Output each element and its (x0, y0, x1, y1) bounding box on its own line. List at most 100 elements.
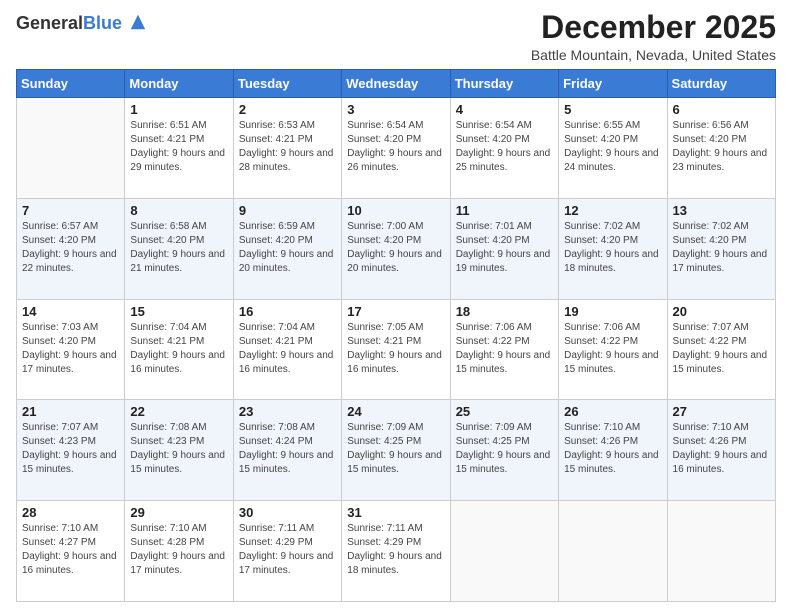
day-number: 3 (347, 102, 444, 117)
day-number: 6 (673, 102, 770, 117)
calendar-cell: 3Sunrise: 6:54 AMSunset: 4:20 PMDaylight… (342, 98, 450, 199)
day-number: 24 (347, 404, 444, 419)
calendar-cell: 26 Sunrise: 7:10 AMSunset: 4:26 PMDayligh… (559, 400, 667, 501)
cell-info: Sunrise: 7:09 AMSunset: 4:25 PMDaylight:… (456, 421, 553, 477)
day-number: 18 (456, 304, 553, 319)
day-number: 5 (564, 102, 661, 117)
day-number: 28 (22, 505, 119, 520)
calendar-cell: 9Sunrise: 6:59 AMSunset: 4:20 PMDaylight… (233, 198, 341, 299)
day-number: 16 (239, 304, 336, 319)
day-number: 13 (673, 203, 770, 218)
logo-icon (129, 13, 147, 31)
calendar-cell (559, 501, 667, 602)
logo-general: GeneralBlue (16, 14, 147, 34)
day-header-tuesday: Tuesday (233, 70, 341, 98)
day-number: 31 (347, 505, 444, 520)
calendar-cell: 11Sunrise: 7:01 AMSunset: 4:20 PMDayligh… (450, 198, 558, 299)
day-header-friday: Friday (559, 70, 667, 98)
calendar-cell (17, 98, 125, 199)
day-header-thursday: Thursday (450, 70, 558, 98)
calendar-cell: 8Sunrise: 6:58 AMSunset: 4:20 PMDaylight… (125, 198, 233, 299)
calendar-cell: 12 Sunrise: 7:02 AMSunset: 4:20 PMDayligh… (559, 198, 667, 299)
cell-info: Sunrise: 7:08 AMSunset: 4:24 PMDaylight:… (239, 421, 336, 477)
cell-info: Sunrise: 7:09 AMSunset: 4:25 PMDaylight:… (347, 421, 444, 477)
calendar-cell: 22 Sunrise: 7:08 AMSunset: 4:23 PMDayligh… (125, 400, 233, 501)
calendar-table: SundayMondayTuesdayWednesdayThursdayFrid… (16, 69, 776, 602)
day-number: 23 (239, 404, 336, 419)
cell-info: Sunrise: 7:10 AMSunset: 4:28 PMDaylight:… (130, 522, 227, 578)
calendar-cell: 27 Sunrise: 7:10 AMSunset: 4:26 PMDayligh… (667, 400, 775, 501)
calendar-cell: 20 Sunrise: 7:07 AMSunset: 4:22 PMDayligh… (667, 299, 775, 400)
calendar-cell: 6 Sunrise: 6:56 AMSunset: 4:20 PMDaylight… (667, 98, 775, 199)
calendar-week-5: 28 Sunrise: 7:10 AMSunset: 4:27 PMDayligh… (17, 501, 776, 602)
calendar-cell: 23 Sunrise: 7:08 AMSunset: 4:24 PMDayligh… (233, 400, 341, 501)
cell-info: Sunrise: 6:54 AMSunset: 4:20 PMDaylight:… (456, 119, 553, 175)
day-number: 26 (564, 404, 661, 419)
cell-info: Sunrise: 7:00 AMSunset: 4:20 PMDaylight:… (347, 220, 444, 276)
cell-info: Sunrise: 7:07 AMSunset: 4:23 PMDaylight:… (22, 421, 119, 477)
day-number: 7 (22, 203, 119, 218)
calendar-cell: 19Sunrise: 7:06 AMSunset: 4:22 PMDayligh… (559, 299, 667, 400)
day-number: 29 (130, 505, 227, 520)
day-number: 9 (239, 203, 336, 218)
calendar-cell: 5 Sunrise: 6:55 AMSunset: 4:20 PMDaylight… (559, 98, 667, 199)
day-number: 20 (673, 304, 770, 319)
calendar-cell (450, 501, 558, 602)
day-number: 15 (130, 304, 227, 319)
cell-info: Sunrise: 6:51 AMSunset: 4:21 PMDaylight:… (130, 119, 227, 175)
cell-info: Sunrise: 7:05 AMSunset: 4:21 PMDaylight:… (347, 321, 444, 377)
calendar-cell: 13 Sunrise: 7:02 AMSunset: 4:20 PMDayligh… (667, 198, 775, 299)
cell-info: Sunrise: 7:02 AMSunset: 4:20 PMDaylight:… (673, 220, 770, 276)
day-number: 22 (130, 404, 227, 419)
cell-info: Sunrise: 6:55 AMSunset: 4:20 PMDaylight:… (564, 119, 661, 175)
cell-info: Sunrise: 7:08 AMSunset: 4:23 PMDaylight:… (130, 421, 227, 477)
day-header-monday: Monday (125, 70, 233, 98)
day-number: 25 (456, 404, 553, 419)
day-header-saturday: Saturday (667, 70, 775, 98)
calendar-cell: 16Sunrise: 7:04 AMSunset: 4:21 PMDayligh… (233, 299, 341, 400)
title-block: December 2025 Battle Mountain, Nevada, U… (531, 10, 776, 63)
cell-info: Sunrise: 7:10 AMSunset: 4:26 PMDaylight:… (564, 421, 661, 477)
calendar-cell: 14 Sunrise: 7:03 AMSunset: 4:20 PMDayligh… (17, 299, 125, 400)
day-number: 1 (130, 102, 227, 117)
cell-info: Sunrise: 7:04 AMSunset: 4:21 PMDaylight:… (130, 321, 227, 377)
day-header-sunday: Sunday (17, 70, 125, 98)
cell-info: Sunrise: 6:53 AMSunset: 4:21 PMDaylight:… (239, 119, 336, 175)
calendar-cell: 7Sunrise: 6:57 AMSunset: 4:20 PMDaylight… (17, 198, 125, 299)
cell-info: Sunrise: 7:07 AMSunset: 4:22 PMDaylight:… (673, 321, 770, 377)
calendar-header-row: SundayMondayTuesdayWednesdayThursdayFrid… (17, 70, 776, 98)
day-number: 4 (456, 102, 553, 117)
cell-info: Sunrise: 6:56 AMSunset: 4:20 PMDaylight:… (673, 119, 770, 175)
calendar-cell: 4 Sunrise: 6:54 AMSunset: 4:20 PMDaylight… (450, 98, 558, 199)
calendar-cell: 25 Sunrise: 7:09 AMSunset: 4:25 PMDayligh… (450, 400, 558, 501)
calendar-cell: 10 Sunrise: 7:00 AMSunset: 4:20 PMDayligh… (342, 198, 450, 299)
day-number: 17 (347, 304, 444, 319)
calendar-cell: 29 Sunrise: 7:10 AMSunset: 4:28 PMDayligh… (125, 501, 233, 602)
logo: GeneralBlue (16, 14, 147, 34)
calendar-cell: 2 Sunrise: 6:53 AMSunset: 4:21 PMDaylight… (233, 98, 341, 199)
calendar-cell (667, 501, 775, 602)
day-number: 11 (456, 203, 553, 218)
day-number: 2 (239, 102, 336, 117)
cell-info: Sunrise: 7:06 AMSunset: 4:22 PMDaylight:… (456, 321, 553, 377)
cell-info: Sunrise: 7:11 AMSunset: 4:29 PMDaylight:… (239, 522, 336, 578)
day-number: 27 (673, 404, 770, 419)
cell-info: Sunrise: 7:10 AMSunset: 4:27 PMDaylight:… (22, 522, 119, 578)
cell-info: Sunrise: 7:03 AMSunset: 4:20 PMDaylight:… (22, 321, 119, 377)
day-number: 12 (564, 203, 661, 218)
day-header-wednesday: Wednesday (342, 70, 450, 98)
calendar-week-3: 14 Sunrise: 7:03 AMSunset: 4:20 PMDayligh… (17, 299, 776, 400)
cell-info: Sunrise: 7:02 AMSunset: 4:20 PMDaylight:… (564, 220, 661, 276)
day-number: 14 (22, 304, 119, 319)
calendar-cell: 28 Sunrise: 7:10 AMSunset: 4:27 PMDayligh… (17, 501, 125, 602)
cell-info: Sunrise: 7:11 AMSunset: 4:29 PMDaylight:… (347, 522, 444, 578)
calendar-week-4: 21 Sunrise: 7:07 AMSunset: 4:23 PMDayligh… (17, 400, 776, 501)
location: Battle Mountain, Nevada, United States (531, 47, 776, 63)
calendar-cell: 17 Sunrise: 7:05 AMSunset: 4:21 PMDayligh… (342, 299, 450, 400)
calendar-cell: 18 Sunrise: 7:06 AMSunset: 4:22 PMDayligh… (450, 299, 558, 400)
day-number: 21 (22, 404, 119, 419)
cell-info: Sunrise: 7:10 AMSunset: 4:26 PMDaylight:… (673, 421, 770, 477)
cell-info: Sunrise: 6:58 AMSunset: 4:20 PMDaylight:… (130, 220, 227, 276)
day-number: 30 (239, 505, 336, 520)
day-number: 10 (347, 203, 444, 218)
